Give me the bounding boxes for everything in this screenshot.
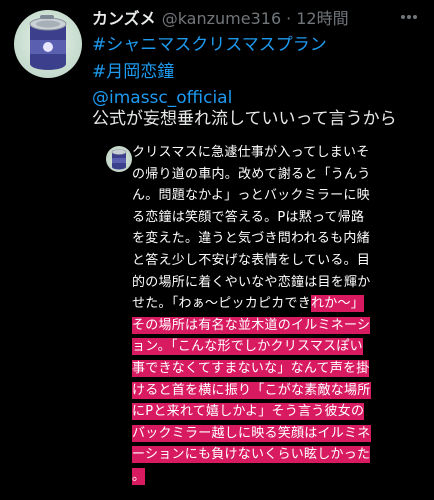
highlighted-text-segment: ーションにも負けないくらい眩しかった bbox=[132, 446, 371, 464]
memo-text-segment: る恋鐘は笑顔で答える。Pは黙って帰路 bbox=[132, 209, 365, 225]
memo-line: ョン。「こんな形でしかクリスマスぽい bbox=[132, 336, 412, 358]
memo-line: クリスマスに急遽仕事が入ってしまいそ bbox=[132, 142, 412, 164]
display-name[interactable]: カンズメ bbox=[92, 9, 156, 28]
highlighted-text-segment: 。 bbox=[132, 467, 146, 485]
memo-line: 事できなくてすまないな」なんて声を掛 bbox=[132, 358, 412, 380]
memo-text: クリスマスに急遽仕事が入ってしまいそ の帰り道の車内。改めて謝ると「うんう ん。問題… bbox=[132, 142, 412, 488]
memo-text-segment: ん。問題なかよ」っとバックミラーに映 bbox=[132, 188, 370, 204]
memo-line: ーションにも負けないくらい眩しかった bbox=[132, 444, 412, 466]
memo-line: せた。「わぁ〜ピッカピカできれか〜」 bbox=[132, 293, 412, 315]
memo-line: の帰り道の車内。改めて謝ると「うんう bbox=[132, 164, 412, 186]
tweet-text: 公式が妄想垂れ流していいって言うから bbox=[92, 109, 397, 129]
highlighted-text-segment: 事できなくてすまないな」なんて声を掛 bbox=[132, 359, 370, 377]
highlighted-text-segment: にPと来れて嬉しかよ」そう言う彼女の bbox=[132, 403, 365, 421]
highlighted-text-segment: バックミラー越しに映る笑顔はイルミネ bbox=[132, 424, 371, 442]
user-handle[interactable]: @kanzume316 bbox=[162, 9, 281, 28]
hashtag-link[interactable]: #シャニマスクリスマスプラン bbox=[92, 33, 327, 57]
memo-line: けると首を横に振り「こがな素敵な場所 bbox=[132, 380, 412, 402]
memo-text-segment: クリスマスに急遽仕事が入ってしまいそ bbox=[132, 145, 370, 160]
hashtag-link[interactable]: #月岡恋鐘 bbox=[92, 60, 174, 84]
memo-line: ん。問題なかよ」っとバックミラーに映 bbox=[132, 185, 412, 207]
highlighted-text-segment: れか〜」 bbox=[311, 295, 365, 313]
memo-text-segment: の帰り道の車内。改めて謝ると「うんう bbox=[132, 166, 371, 182]
tweet[interactable]: カンズメ @kanzume316 · 12時間 #シャニマスクリスマスプラン #月岡恋… bbox=[0, 0, 434, 500]
memo-text-segment: 的の場所に着くやいなや恋鐘は目を輝か bbox=[132, 274, 371, 290]
memo-line: にPと来れて嬉しかよ」そう言う彼女の bbox=[132, 401, 412, 423]
more-dots-icon[interactable] bbox=[398, 9, 420, 25]
highlighted-text-segment: けると首を横に振り「こがな素敵な場所 bbox=[132, 381, 371, 399]
separator-dot: · bbox=[286, 9, 292, 28]
memo-line: る恋鐘は笑顔で答える。Pは黙って帰路 bbox=[132, 207, 412, 229]
memo-line: 。 bbox=[132, 466, 412, 488]
highlighted-text-segment: その場所は有名な並木道のイルミネーシ bbox=[132, 316, 371, 334]
memo-line: と答え少し不安げな表情をしている。目 bbox=[132, 250, 412, 272]
timestamp[interactable]: 12時間 bbox=[296, 9, 348, 28]
highlighted-text-segment: ョン。「こんな形でしかクリスマスぽい bbox=[132, 338, 363, 356]
tweet-image[interactable]: クリスマスに急遽仕事が入ってしまいそ の帰り道の車内。改めて謝ると「うんう ん。問題… bbox=[92, 136, 421, 500]
canned-food-avatar-icon bbox=[29, 15, 67, 70]
tweet-header: カンズメ @kanzume316 · 12時間 bbox=[92, 8, 349, 32]
memo-text-segment: を変えた。違うと気づき問われるも内緒 bbox=[132, 231, 370, 247]
memo-line: を変えた。違うと気づき問われるも内緒 bbox=[132, 228, 412, 250]
memo-avatar-icon bbox=[106, 146, 132, 172]
memo-line: その場所は有名な並木道のイルミネーシ bbox=[132, 315, 412, 337]
memo-text-segment: と答え少し不安げな表情をしている。目 bbox=[132, 252, 371, 268]
memo-text-segment: せた。「わぁ〜ピッカピカでき bbox=[132, 296, 312, 312]
memo-line: バックミラー越しに映る笑顔はイルミネ bbox=[132, 423, 412, 445]
avatar[interactable] bbox=[14, 10, 82, 78]
memo-line: 的の場所に着くやいなや恋鐘は目を輝か bbox=[132, 272, 412, 294]
